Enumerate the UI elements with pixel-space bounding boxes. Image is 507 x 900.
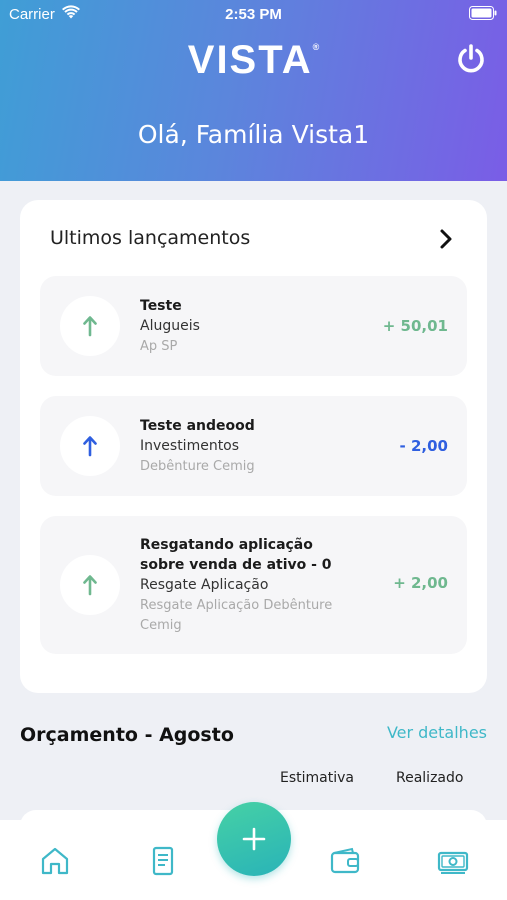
transaction-text: Resgatando aplicação sobre venda de ativ… xyxy=(140,535,360,636)
logo-text: VISTA xyxy=(187,38,313,82)
add-button[interactable] xyxy=(217,802,291,876)
transaction-amount: + 2,00 xyxy=(393,574,448,592)
transaction-title: Teste xyxy=(140,298,182,314)
status-time: 2:53 PM xyxy=(225,6,282,23)
greeting: Olá, Família Vista1 xyxy=(137,120,370,149)
transaction-title: Teste andeood xyxy=(140,418,255,434)
transaction-category: Alugueis xyxy=(140,318,200,334)
arrow-up-icon xyxy=(83,575,97,596)
transaction-subtitle: Resgate Aplicação Debênture Cemig xyxy=(140,598,333,633)
battery-icon xyxy=(469,6,497,20)
column-header-estimate: Estimativa xyxy=(280,770,354,786)
money-icon[interactable] xyxy=(437,845,469,877)
budget-title: Orçamento - Agosto xyxy=(20,724,234,746)
transaction-amount: + 50,01 xyxy=(382,317,448,335)
transaction-item[interactable]: Resgatando aplicação sobre venda de ativ… xyxy=(40,516,467,654)
transaction-text: Teste andeood Investimentos Debênture Ce… xyxy=(140,416,370,477)
transaction-icon-circle xyxy=(60,296,120,356)
transaction-text: Teste Alugueis Ap SP xyxy=(140,296,370,357)
home-icon[interactable] xyxy=(39,845,71,877)
logo-registered-mark: ® xyxy=(312,42,320,52)
transaction-item[interactable]: Teste Alugueis Ap SP + 50,01 xyxy=(40,276,467,376)
power-icon[interactable] xyxy=(455,43,487,75)
transaction-title: Resgatando aplicação sobre venda de ativ… xyxy=(140,537,332,573)
latest-launches-card: Ultimos lançamentos Teste Alugueis Ap SP… xyxy=(20,200,487,693)
transaction-icon-circle xyxy=(60,555,120,615)
transaction-amount: - 2,00 xyxy=(399,437,448,455)
vista-logo: VISTA® xyxy=(0,38,507,83)
transaction-icon-circle xyxy=(60,416,120,476)
arrow-up-icon xyxy=(83,316,97,337)
see-details-link[interactable]: Ver detalhes xyxy=(387,723,487,742)
arrow-up-icon xyxy=(83,436,97,457)
latest-launches-title: Ultimos lançamentos xyxy=(50,227,251,249)
transaction-subtitle: Debênture Cemig xyxy=(140,459,255,474)
document-icon[interactable] xyxy=(147,845,179,877)
status-bar: Carrier 2:53 PM xyxy=(0,0,507,30)
wallet-icon[interactable] xyxy=(329,845,361,877)
transaction-item[interactable]: Teste andeood Investimentos Debênture Ce… xyxy=(40,396,467,496)
transaction-category: Resgate Aplicação xyxy=(140,577,269,593)
transaction-subtitle: Ap SP xyxy=(140,339,178,354)
header: Carrier 2:53 PM VISTA® Olá, Família Vist… xyxy=(0,0,507,181)
transaction-category: Investimentos xyxy=(140,438,240,454)
column-header-realized: Realizado xyxy=(396,770,464,786)
chevron-right-icon[interactable] xyxy=(439,228,453,250)
add-icon xyxy=(242,827,266,851)
